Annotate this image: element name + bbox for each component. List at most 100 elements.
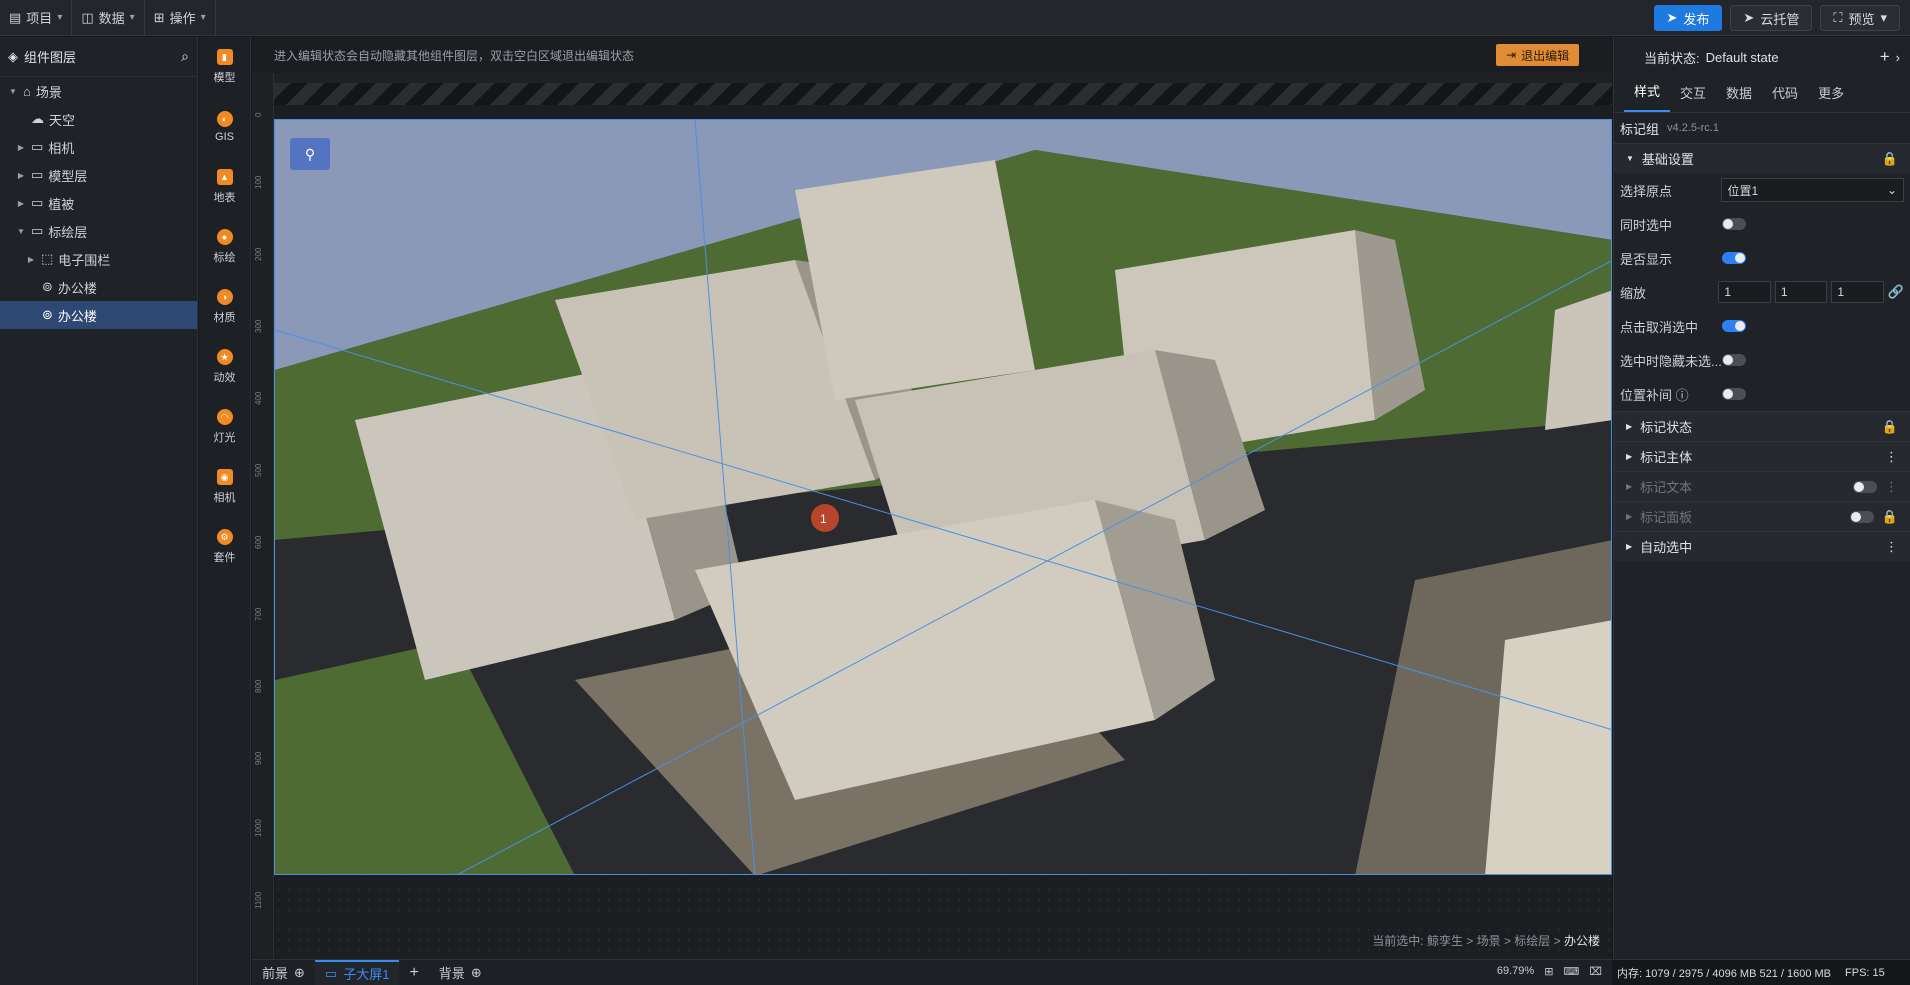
section-basic[interactable]: ▼ 基础设置 🔒 <box>1614 143 1910 173</box>
tab-interaction[interactable]: 交互 <box>1670 83 1716 112</box>
caret-right-icon: ▶ <box>1626 482 1633 491</box>
help-icon[interactable]: ⓘ <box>1676 388 1689 403</box>
tab-style[interactable]: 样式 <box>1624 81 1671 112</box>
click-cancel-toggle[interactable] <box>1722 320 1746 332</box>
tool-model[interactable]: ▮ 模型 <box>199 37 250 97</box>
add-circle-icon[interactable]: ⊕ <box>471 965 482 981</box>
tween-toggle[interactable] <box>1722 388 1746 400</box>
tab-foreground[interactable]: 前景 ⊕ <box>252 960 315 985</box>
tab-sub-screen[interactable]: ▭ 子大屏1 <box>314 959 400 985</box>
prop-visible: 是否显示 <box>1614 241 1910 275</box>
sync-select-toggle[interactable] <box>1722 218 1746 230</box>
kit-icon: ⚙ <box>216 529 233 545</box>
search-icon[interactable]: ⌕ <box>181 48 189 65</box>
keyboard-icon[interactable]: ⌨ <box>1563 965 1579 978</box>
breadcrumb-prefix: 当前选中: <box>1372 934 1424 948</box>
menu-operation[interactable]: ⊞ 操作 ▾ <box>145 0 216 36</box>
section-label: 标记文本 <box>1640 480 1693 495</box>
more-vertical-icon[interactable]: ⋮ <box>1885 449 1898 465</box>
breadcrumb-path[interactable]: 鲸孪生 > 场景 > 标绘层 > <box>1427 934 1561 948</box>
tool-kit[interactable]: ⚙ 套件 <box>199 517 250 577</box>
hide-unselected-toggle[interactable] <box>1722 354 1746 366</box>
tree-item-sky[interactable]: ☁ 天空 <box>0 105 197 133</box>
scale-x-input[interactable]: 1 <box>1718 281 1771 303</box>
database-icon: ◫ <box>81 9 94 25</box>
tree-item-vegetation[interactable]: ▶ ▭ 植被 <box>0 189 197 217</box>
section-auto-select[interactable]: ▶ 自动选中 ⋮ <box>1614 531 1910 561</box>
folder-icon: ▭ <box>31 195 44 210</box>
fit-icon[interactable]: ⊞ <box>1544 965 1553 978</box>
section-marker-panel[interactable]: ▶ 标记面板 🔒 <box>1614 501 1910 531</box>
tree-item-office-2[interactable]: ⊚ 办公楼 <box>0 301 197 329</box>
tool-gis[interactable]: ◐ GIS <box>199 97 250 157</box>
tab-code[interactable]: 代码 <box>1762 83 1808 112</box>
lock-icon[interactable]: 🔒 <box>1882 419 1898 435</box>
zoom-level: 69.79% <box>1496 965 1535 977</box>
plus-icon[interactable]: + <box>1880 47 1890 67</box>
screen-icon: ▭ <box>324 965 338 981</box>
tool-effect[interactable]: ★ 动效 <box>199 337 250 397</box>
tab-data[interactable]: 数据 <box>1716 83 1762 112</box>
add-circle-icon[interactable]: ⊕ <box>294 965 305 981</box>
scale-z-input[interactable]: 1 <box>1831 281 1884 303</box>
location-marker-button[interactable]: ⚲ <box>290 138 330 170</box>
menu-data[interactable]: ◫ 数据 ▾ <box>72 0 145 36</box>
fullscreen-icon: ⛶ <box>1833 10 1843 25</box>
preview-button[interactable]: ⛶ 预览 ▾ <box>1820 5 1900 31</box>
cloud-label: 云托管 <box>1760 11 1800 27</box>
tree-item-fence[interactable]: ▶ ⬚ 电子围栏 <box>0 245 197 273</box>
tool-terrain[interactable]: ▲ 地表 <box>199 157 250 217</box>
tool-plot[interactable]: ● 标绘 <box>199 217 250 277</box>
prop-label: 选中时隐藏未选... <box>1620 353 1722 369</box>
tool-material[interactable]: ◑ 材质 <box>199 277 250 337</box>
state-value[interactable]: Default state <box>1706 50 1874 65</box>
lock-icon[interactable]: 🔒 <box>1882 151 1898 167</box>
marker-text-toggle[interactable] <box>1853 480 1877 493</box>
editor-stage: 进入编辑状态会自动隐藏其他组件图层，双击空白区域退出编辑状态 ⇥ 退出编辑 0 1… <box>252 37 1612 959</box>
more-vertical-icon[interactable]: ⋮ <box>1885 539 1898 555</box>
tree-item-office-1[interactable]: ⊚ 办公楼 <box>0 273 197 301</box>
exit-edit-button[interactable]: ⇥ 退出编辑 <box>1496 44 1580 66</box>
tree-item-plot-layer[interactable]: ▼ ▭ 标绘层 <box>0 217 197 245</box>
origin-value: 位置1 <box>1727 183 1759 198</box>
model-icon: ▮ <box>216 49 233 65</box>
tree-label: 办公楼 <box>57 280 97 296</box>
sky-icon: ☁ <box>31 111 44 126</box>
cloud-host-button[interactable]: ➤ 云托管 <box>1730 5 1813 31</box>
scale-y-input[interactable]: 1 <box>1774 281 1828 303</box>
layer-panel-header: ◈ 组件图层 ⌕ <box>0 37 197 77</box>
link-icon[interactable]: 🔗 <box>1888 284 1904 300</box>
marker-panel-toggle[interactable] <box>1849 510 1874 523</box>
lock-icon[interactable]: 🔒 <box>1882 509 1898 525</box>
tree-item-model-layer[interactable]: ▶ ▭ 模型层 <box>0 161 197 189</box>
status-bar: 内存: 1079 / 2975 / 4096 MB 521 / 1600 MB … <box>1613 959 1910 985</box>
menu-label: 数据 <box>98 11 125 26</box>
folder-icon: ▭ <box>31 139 44 154</box>
section-marker-body[interactable]: ▶ 标记主体 ⋮ <box>1614 441 1910 471</box>
add-tab-button[interactable]: + <box>399 960 428 985</box>
send-icon: ➤ <box>1666 10 1678 25</box>
more-vertical-icon[interactable]: ⋮ <box>1885 479 1898 495</box>
terminal-icon[interactable]: ⌧ <box>1589 965 1602 978</box>
origin-select[interactable]: 位置1 ⌄ <box>1720 178 1904 202</box>
fps-readout: FPS: 15 <box>1845 966 1885 979</box>
tool-camera[interactable]: ◉ 相机 <box>199 457 250 517</box>
tree-item-scene[interactable]: ▼ ⌂ 场景 <box>0 77 197 105</box>
tree-item-camera[interactable]: ▶ ▭ 相机 <box>0 133 197 161</box>
publish-button[interactable]: ➤ 发布 <box>1653 5 1723 31</box>
section-marker-state[interactable]: ▶ 标记状态 🔒 <box>1614 411 1910 441</box>
tween-label-wrap: 位置补间 ⓘ <box>1620 385 1722 404</box>
ruler-label: 900 <box>254 751 263 765</box>
tab-more[interactable]: 更多 <box>1808 83 1854 112</box>
visible-toggle[interactable] <box>1722 252 1746 264</box>
material-icon: ◑ <box>216 289 233 305</box>
tool-light[interactable]: ◠ 灯光 <box>199 397 250 457</box>
section-marker-text[interactable]: ▶ 标记文本 ⋮ <box>1614 471 1910 501</box>
ruler-label: 0 <box>254 112 263 117</box>
caret-right-icon: ▶ <box>1626 452 1633 461</box>
tab-background[interactable]: 背景 ⊕ <box>429 960 492 985</box>
chevron-right-icon[interactable]: › <box>1896 50 1900 65</box>
menu-project[interactable]: ▤ 项目 ▾ <box>0 0 73 36</box>
top-toolbar: ▤ 项目 ▾ ◫ 数据 ▾ ⊞ 操作 ▾ ➤ 发布 ➤ 云托管 ⛶ 预览 ▾ <box>0 0 1910 36</box>
scene-viewport[interactable]: 1 ⚲ <box>274 119 1612 875</box>
